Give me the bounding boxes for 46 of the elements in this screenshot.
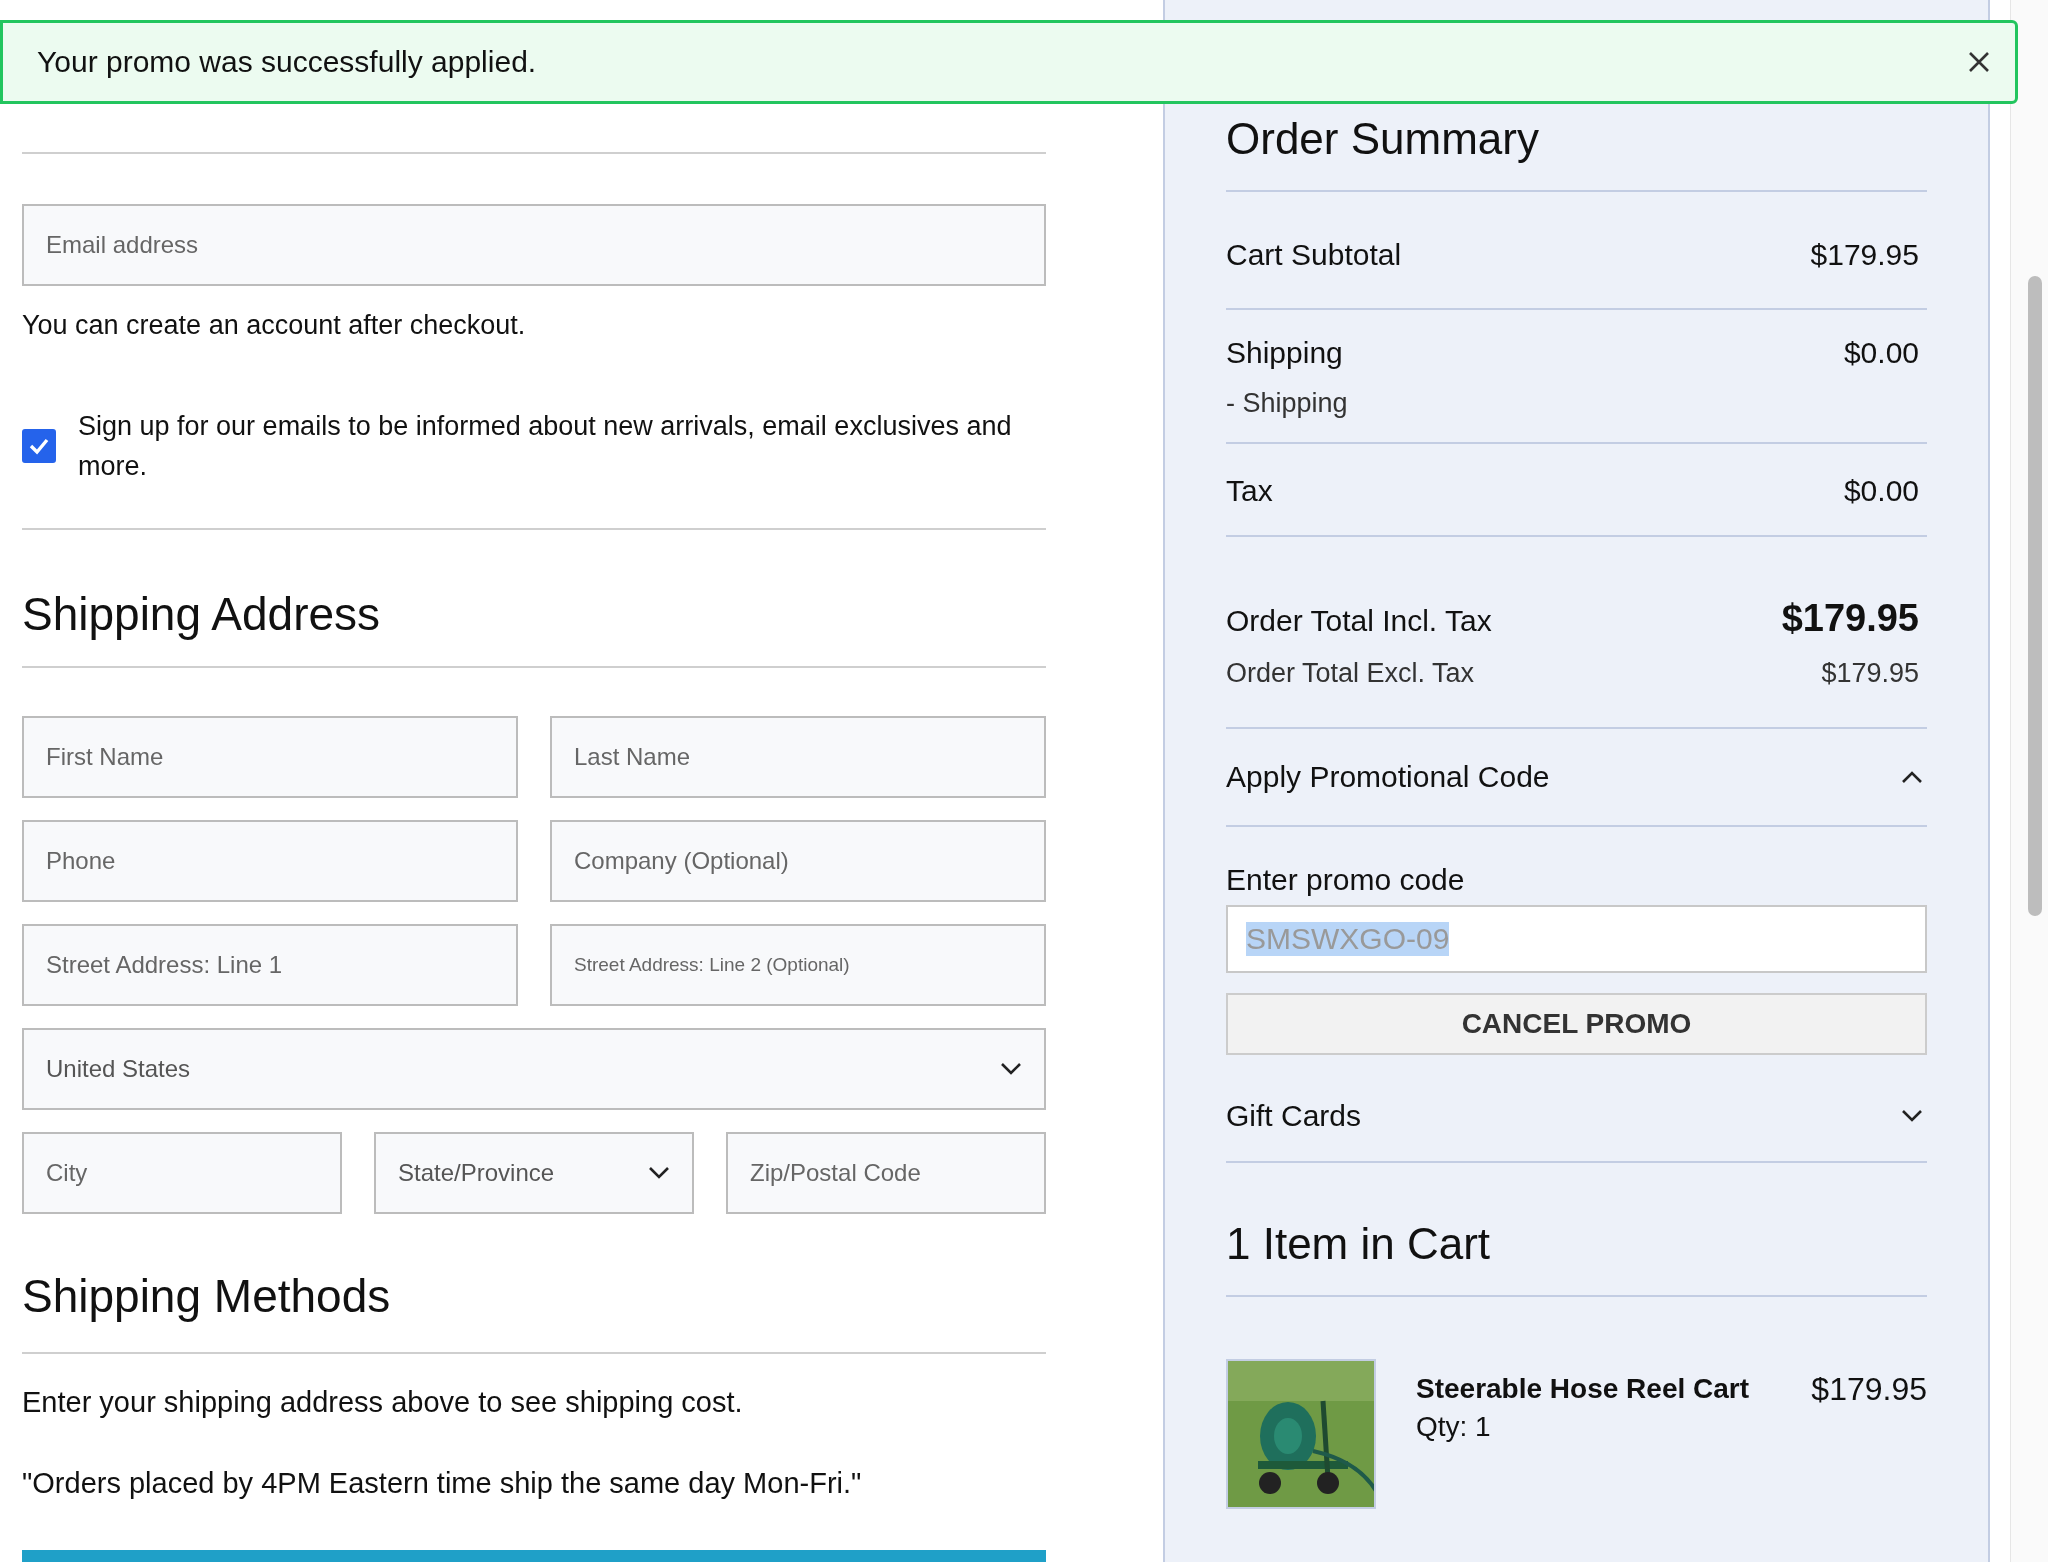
text-field[interactable]: Phone <box>22 820 518 902</box>
close-icon[interactable] <box>1967 50 1991 74</box>
summary-value: $0.00 <box>1843 336 1919 370</box>
account-note: You can create an account after checkout. <box>22 309 527 342</box>
promo-accordion[interactable]: Apply Promotional Code <box>1226 729 1927 827</box>
newsletter-label: Sign up for our emails to be informed about new arrivals, email exclusives and more. <box>78 410 1013 483</box>
dropdown-field[interactable]: United States <box>22 1028 1046 1110</box>
gift-cards-accordion[interactable]: Gift Cards <box>1226 1055 1927 1163</box>
chevron-down-icon <box>648 1166 670 1180</box>
cancel-promo-button[interactable]: CANCEL PROMO <box>1226 993 1927 1055</box>
email-field[interactable]: Email address <box>22 204 1046 286</box>
section-heading: Shipping Methods <box>22 1269 392 1324</box>
summary-label: Cart Subtotal <box>1226 238 1402 272</box>
chevron-down-icon <box>1000 1062 1022 1076</box>
section-heading: Shipping Address <box>22 587 382 642</box>
newsletter-checkbox[interactable] <box>22 429 56 463</box>
text-field[interactable]: Street Address: Line 1 <box>22 924 518 1006</box>
scrollbar-thumb[interactable] <box>2028 276 2042 916</box>
dropdown-field[interactable]: State/Province <box>374 1132 694 1214</box>
chevron-down-icon <box>1901 1109 1923 1123</box>
text-field[interactable]: Company (Optional) <box>550 820 1046 902</box>
total-label: Order Total Incl. Tax <box>1226 604 1492 638</box>
product-quantity: Qty: 1 <box>1416 1411 1492 1443</box>
text-field[interactable]: Last Name <box>550 716 1046 798</box>
promo-label: Enter promo code <box>1226 863 1466 897</box>
summary-label: Shipping <box>1226 336 1343 370</box>
checkmark-icon <box>28 437 50 455</box>
summary-label: Tax <box>1226 474 1273 508</box>
shipping-note: "Orders placed by 4PM Eastern time ship the same day Mon-Fri." <box>22 1467 863 1500</box>
banner-message: Your promo was successfully applied. <box>37 45 537 79</box>
product-price: $179.95 <box>1811 1371 1927 1409</box>
text-field[interactable]: Zip/Postal Code <box>726 1132 1046 1214</box>
product-name: Steerable Hose Reel Cart <box>1416 1373 1750 1405</box>
text-field[interactable]: Street Address: Line 2 (Optional) <box>550 924 1046 1006</box>
summary-sub-label: - Shipping <box>1226 388 1349 419</box>
summary-value: $0.00 <box>1843 474 1919 508</box>
panel-title: Order Summary <box>1226 0 1927 192</box>
text-field[interactable]: First Name <box>22 716 518 798</box>
total-excl-value: $179.95 <box>1821 658 1919 689</box>
total-value: $179.95 <box>1781 597 1919 640</box>
chevron-up-icon <box>1901 770 1923 784</box>
total-excl-label: Order Total Excl. Tax <box>1226 658 1475 689</box>
text-field[interactable]: City <box>22 1132 342 1214</box>
summary-value: $179.95 <box>1810 238 1919 272</box>
shipping-note: Enter your shipping address above to see shipping cost. <box>22 1386 744 1419</box>
cart-title: 1 Item in Cart <box>1226 1163 1927 1297</box>
